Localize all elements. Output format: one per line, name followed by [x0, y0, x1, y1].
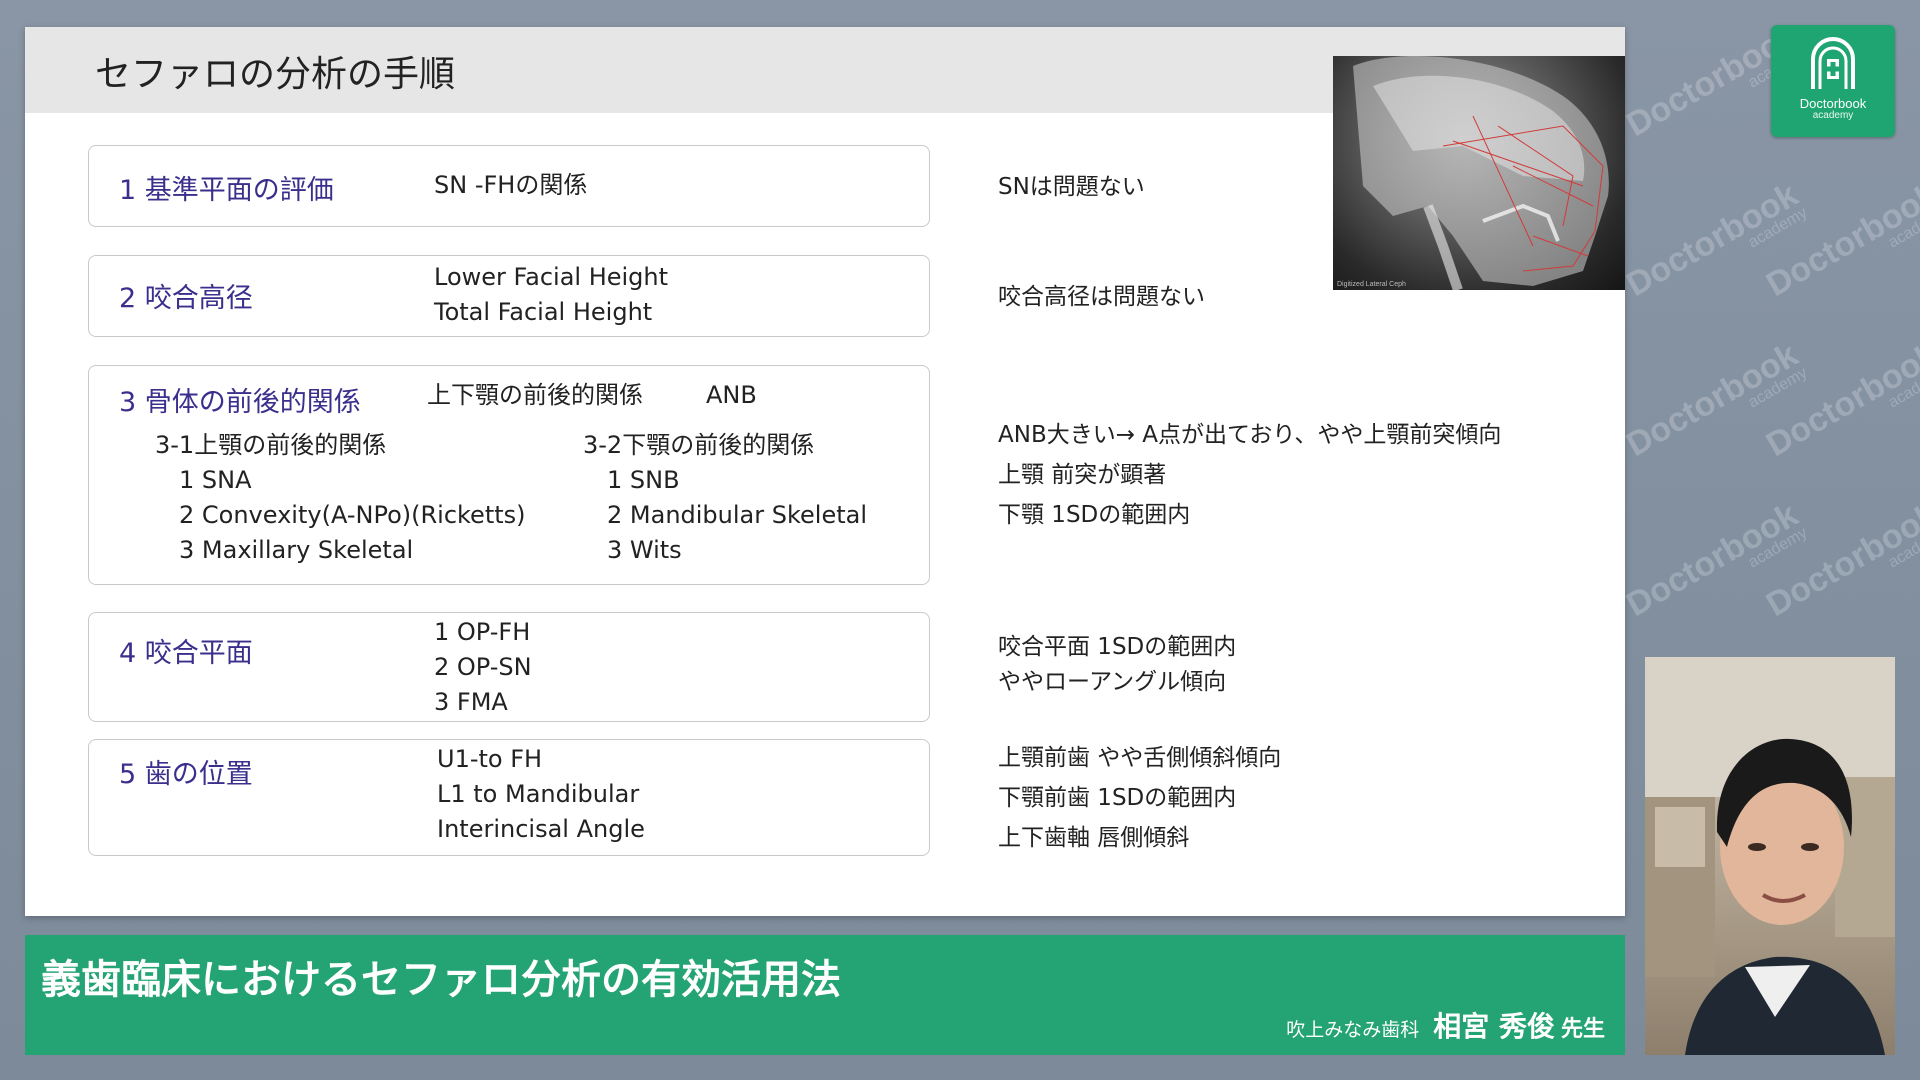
xray-caption: Digitized Lateral Ceph: [1337, 281, 1406, 288]
note-step3: ANB大きい→ A点が出ており、やや上顎前突傾向: [998, 422, 1502, 448]
logo-name: Doctorbook: [1799, 96, 1867, 111]
note-step4: 咬合平面 1SDの範囲内: [998, 634, 1237, 660]
step-item: 3 Maxillary Skeletal: [179, 536, 414, 564]
step-label: 1 基準平面の評価: [119, 175, 334, 206]
note-step3: 上顎 前突が顕著: [998, 462, 1167, 488]
presenter-webcam-video: [1645, 657, 1895, 1055]
lecture-title-banner: 義歯臨床におけるセファロ分析の有効活用法 吹上みなみ歯科 相宮 秀俊 先生: [25, 935, 1625, 1055]
step-item: 1 SNA: [179, 466, 252, 494]
note-step4: ややローアングル傾向: [998, 669, 1227, 695]
step-box-5: 5 歯の位置 U1-to FH L1 to Mandibular Interin…: [88, 739, 930, 856]
cephalometric-xray-image: Digitized Lateral Ceph: [1333, 56, 1625, 290]
presentation-slide: セファロの分析の手順 Digitized Lateral Ceph 1 基準平面…: [25, 27, 1625, 916]
note-step1: SNは問題ない: [998, 174, 1145, 200]
presenter-honorific: 先生: [1560, 1017, 1605, 1042]
step-label: 3 骨体の前後的関係: [119, 387, 361, 418]
step-box-4: 4 咬合平面 1 OP-FH 2 OP-SN 3 FMA: [88, 612, 930, 722]
step-item: 2 Convexity(A-NPo)(Ricketts): [179, 501, 526, 529]
clinic-name: 吹上みなみ歯科: [1286, 1019, 1420, 1041]
step-item: U1-to FH: [437, 745, 543, 773]
note-step2: 咬合高径は問題ない: [998, 284, 1205, 310]
step-item: L1 to Mandibular: [437, 780, 640, 808]
step-item: 1 OP-FH: [434, 618, 531, 646]
note-step5: 上顎前歯 やや舌側傾斜傾向: [998, 745, 1282, 771]
step-item: SN -FHの関係: [434, 171, 588, 199]
note-step5: 下顎前歯 1SDの範囲内: [998, 785, 1237, 811]
arch-cross-icon: [1811, 37, 1855, 89]
step-item: 2 OP-SN: [434, 653, 532, 681]
step-label: 4 咬合平面: [119, 638, 253, 669]
step-box-3: 3 骨体の前後的関係 上下顎の前後的関係 ANB 3-1上顎の前後的関係 1 S…: [88, 365, 930, 585]
presenter-credit: 吹上みなみ歯科 相宮 秀俊 先生: [1286, 1005, 1605, 1045]
step-item: 3 Wits: [607, 536, 682, 564]
doctorbook-logo: Doctorbook academy: [1771, 25, 1895, 137]
note-step3: 下顎 1SDの範囲内: [998, 502, 1191, 528]
note-step5: 上下歯軸 唇側傾斜: [998, 825, 1190, 851]
presenter-silhouette: [1645, 657, 1895, 1055]
step-label: 5 歯の位置: [119, 759, 253, 790]
step-label: 2 咬合高径: [119, 283, 253, 314]
step-item: 3 FMA: [434, 688, 508, 716]
sub-heading: 3-2下顎の前後的関係: [583, 431, 815, 459]
step-item: Total Facial Height: [434, 298, 653, 326]
step-item: Lower Facial Height: [434, 263, 669, 291]
step-item: 1 SNB: [607, 466, 680, 494]
step-item: 2 Mandibular Skeletal: [607, 501, 868, 529]
lecture-title: 義歯臨床におけるセファロ分析の有効活用法: [41, 957, 841, 1003]
step-code: ANB: [706, 381, 757, 409]
presenter-name: 相宮 秀俊: [1433, 1010, 1555, 1043]
step-item: Interincisal Angle: [437, 815, 645, 843]
step-item: 上下顎の前後的関係: [427, 381, 643, 409]
step-box-2: 2 咬合高径 Lower Facial Height Total Facial …: [88, 255, 930, 337]
slide-title: セファロの分析の手順: [95, 54, 456, 95]
step-box-1: 1 基準平面の評価 SN -FHの関係: [88, 145, 930, 227]
sub-heading: 3-1上顎の前後的関係: [155, 431, 387, 459]
xray-skull-drawing: [1353, 56, 1609, 290]
logo-sub: academy: [1812, 110, 1854, 121]
